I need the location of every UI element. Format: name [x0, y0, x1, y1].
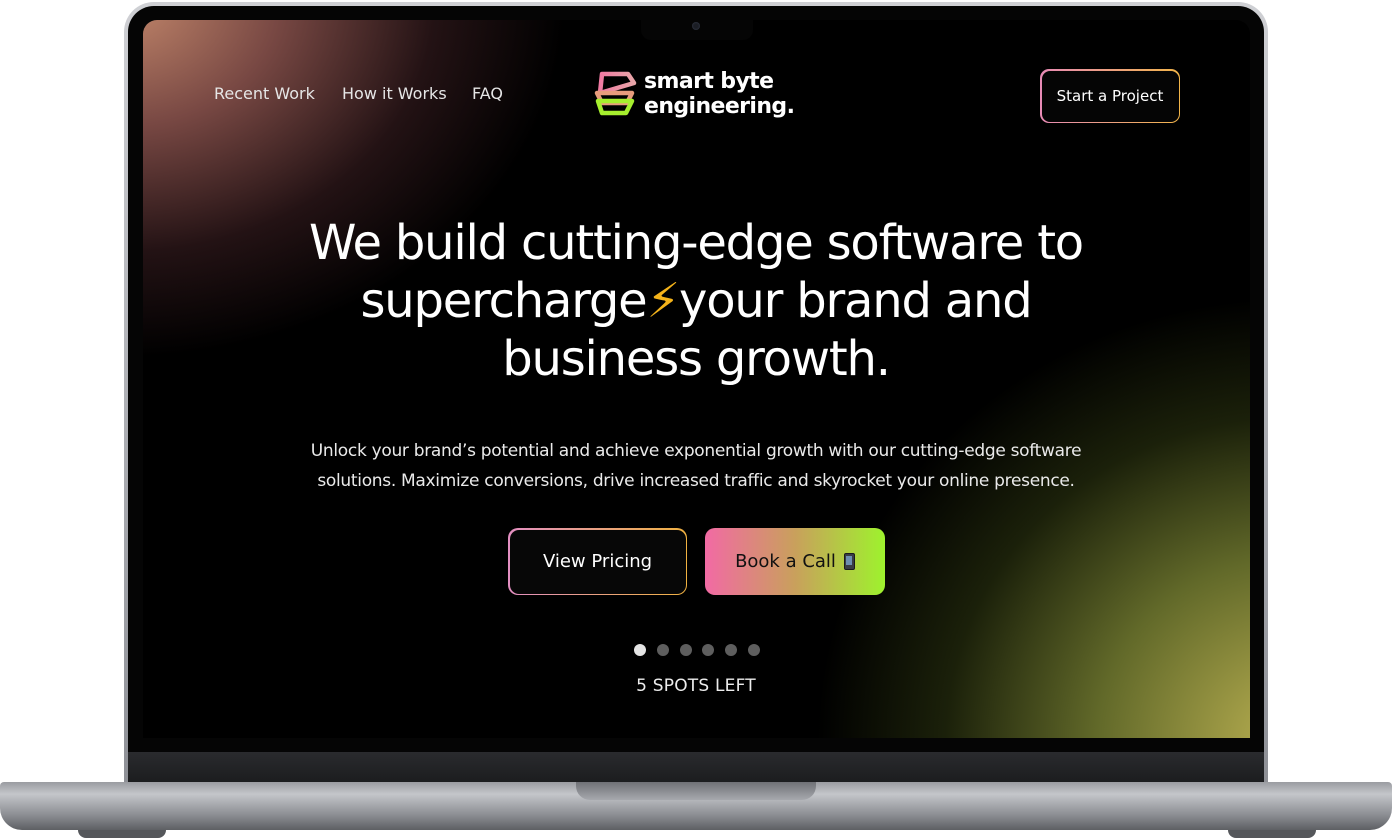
availability-dot-5[interactable] — [725, 644, 738, 656]
headline-line-3: business growth. — [502, 331, 891, 387]
laptop-opening-notch — [576, 782, 816, 800]
phone-icon — [843, 553, 855, 570]
availability-dot-4[interactable] — [702, 644, 715, 656]
camera-notch — [641, 20, 753, 40]
site-logo[interactable]: smart byte engineering. — [592, 66, 795, 122]
availability-dot-1[interactable] — [634, 644, 646, 656]
headline-line-2-end: your brand and — [679, 273, 1033, 329]
hero-headline: We build cutting-edge software to superc… — [200, 214, 1192, 388]
nav-link-how-it-works[interactable]: How it Works — [342, 84, 447, 103]
hero-description-line-2: solutions. Maximize conversions, drive i… — [317, 471, 1075, 491]
nav-link-recent-work[interactable]: Recent Work — [214, 84, 315, 103]
availability-dots — [634, 644, 771, 656]
laptop-foot-right — [1228, 830, 1316, 838]
logo-text-line1: smart byte — [644, 69, 774, 94]
availability-dot-6[interactable] — [747, 644, 760, 656]
availability-dot-3[interactable] — [679, 644, 692, 656]
hero-description: Unlock your brand’s potential and achiev… — [246, 436, 1146, 496]
headline-line-1: We build cutting-edge software to — [309, 215, 1084, 271]
book-call-button[interactable]: Book a Call — [705, 528, 885, 595]
lightning-bolt-icon: ⚡ — [646, 273, 681, 329]
start-project-label: Start a Project — [1041, 70, 1179, 122]
logo-mark-icon — [594, 71, 637, 116]
nav-link-faq[interactable]: FAQ — [472, 84, 503, 103]
view-pricing-button[interactable]: View Pricing — [508, 528, 687, 595]
headline-line-2-start: supercharge — [360, 273, 647, 329]
view-pricing-label: View Pricing — [509, 529, 686, 594]
camera-icon — [692, 22, 700, 30]
logo-text-line2: engineering. — [644, 94, 795, 119]
logo-text: smart byte engineering. — [644, 69, 795, 119]
book-call-label: Book a Call — [735, 551, 836, 572]
screen-chin — [128, 752, 1264, 784]
spots-left-label: 5 SPOTS LEFT — [636, 676, 756, 696]
hero-description-line-1: Unlock your brand’s potential and achiev… — [310, 441, 1082, 461]
headline-line-2: supercharge⚡your brand and — [200, 272, 1192, 330]
start-project-button[interactable]: Start a Project — [1040, 69, 1180, 123]
laptop-foot-left — [78, 830, 166, 838]
availability-dot-2[interactable] — [656, 644, 669, 656]
